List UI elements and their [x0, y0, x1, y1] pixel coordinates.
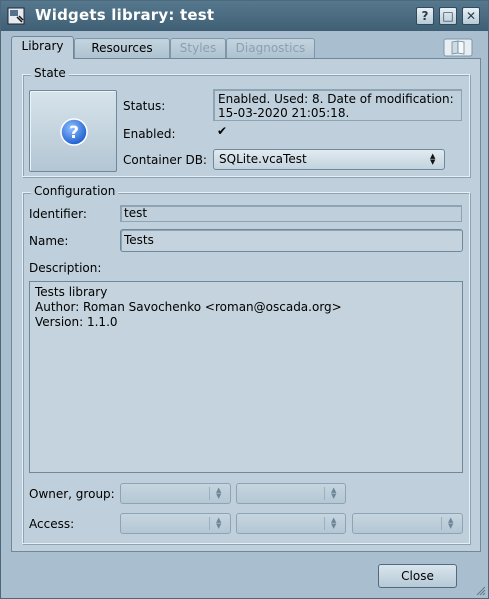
close-button[interactable]: Close: [378, 564, 457, 588]
access-others-select[interactable]: ▲ ▼: [352, 513, 463, 534]
question-icon: ?: [60, 118, 88, 146]
name-input[interactable]: Tests: [120, 229, 463, 252]
close-window-button[interactable]: ✕: [462, 7, 480, 25]
access-group-select[interactable]: ▲ ▼: [236, 513, 346, 534]
configuration-group-title: Configuration: [31, 184, 119, 198]
identifier-field: test: [120, 205, 462, 222]
title-bar[interactable]: Widgets library: test ? □ ✕: [1, 1, 488, 31]
updown-arrows-icon: ▲ ▼: [430, 152, 436, 166]
help-button[interactable]: ?: [416, 7, 434, 25]
updown-arrows-icon: ▲ ▼: [216, 516, 222, 530]
book-icon[interactable]: [443, 37, 473, 57]
window-title: Widgets library: test: [35, 6, 215, 24]
widget-library-icon: [7, 7, 25, 25]
tab-resources[interactable]: Resources: [74, 38, 170, 58]
updown-arrows-icon: ▲ ▼: [331, 516, 337, 530]
container-db-value: SQLite.vcaTest: [219, 152, 307, 166]
tab-bar: Library Resources Styles Diagnostics: [11, 36, 481, 59]
state-group-title: State: [31, 66, 69, 80]
status-value: Enabled. Used: 8. Date of modification: …: [213, 89, 462, 121]
tab-diagnostics: Diagnostics: [226, 38, 315, 58]
resize-grip-icon[interactable]: [476, 586, 486, 596]
status-label: Status:: [123, 99, 166, 113]
updown-arrows-icon: ▲ ▼: [448, 516, 454, 530]
tab-styles: Styles: [170, 38, 226, 58]
container-db-select[interactable]: SQLite.vcaTest ▲ ▼: [213, 149, 445, 170]
widgets-library-dialog: Widgets library: test ? □ ✕ Library Reso…: [0, 0, 489, 599]
description-label: Description:: [29, 261, 102, 275]
maximize-button[interactable]: □: [439, 7, 457, 25]
tab-library[interactable]: Library: [11, 36, 74, 59]
svg-text:?: ?: [69, 123, 79, 143]
checkmark-icon: ✔: [216, 124, 228, 138]
description-textarea[interactable]: Tests library Author: Roman Savochenko <…: [29, 281, 463, 473]
library-icon-button[interactable]: ?: [29, 90, 117, 172]
identifier-label: Identifier:: [29, 207, 87, 221]
updown-arrows-icon: ▲ ▼: [216, 486, 222, 500]
group-select[interactable]: ▲ ▼: [236, 483, 346, 504]
library-tab-panel: State ? Status: Enabled. Used: 8. Date o…: [11, 58, 481, 552]
owner-select[interactable]: ▲ ▼: [120, 483, 231, 504]
name-label: Name:: [29, 234, 69, 248]
enabled-checkbox[interactable]: ✔: [216, 124, 228, 138]
enabled-label: Enabled:: [123, 127, 176, 141]
owner-group-label: Owner, group:: [29, 487, 115, 501]
access-owner-select[interactable]: ▲ ▼: [120, 513, 231, 534]
access-label: Access:: [29, 517, 75, 531]
container-db-label: Container DB:: [123, 153, 207, 167]
updown-arrows-icon: ▲ ▼: [331, 486, 337, 500]
